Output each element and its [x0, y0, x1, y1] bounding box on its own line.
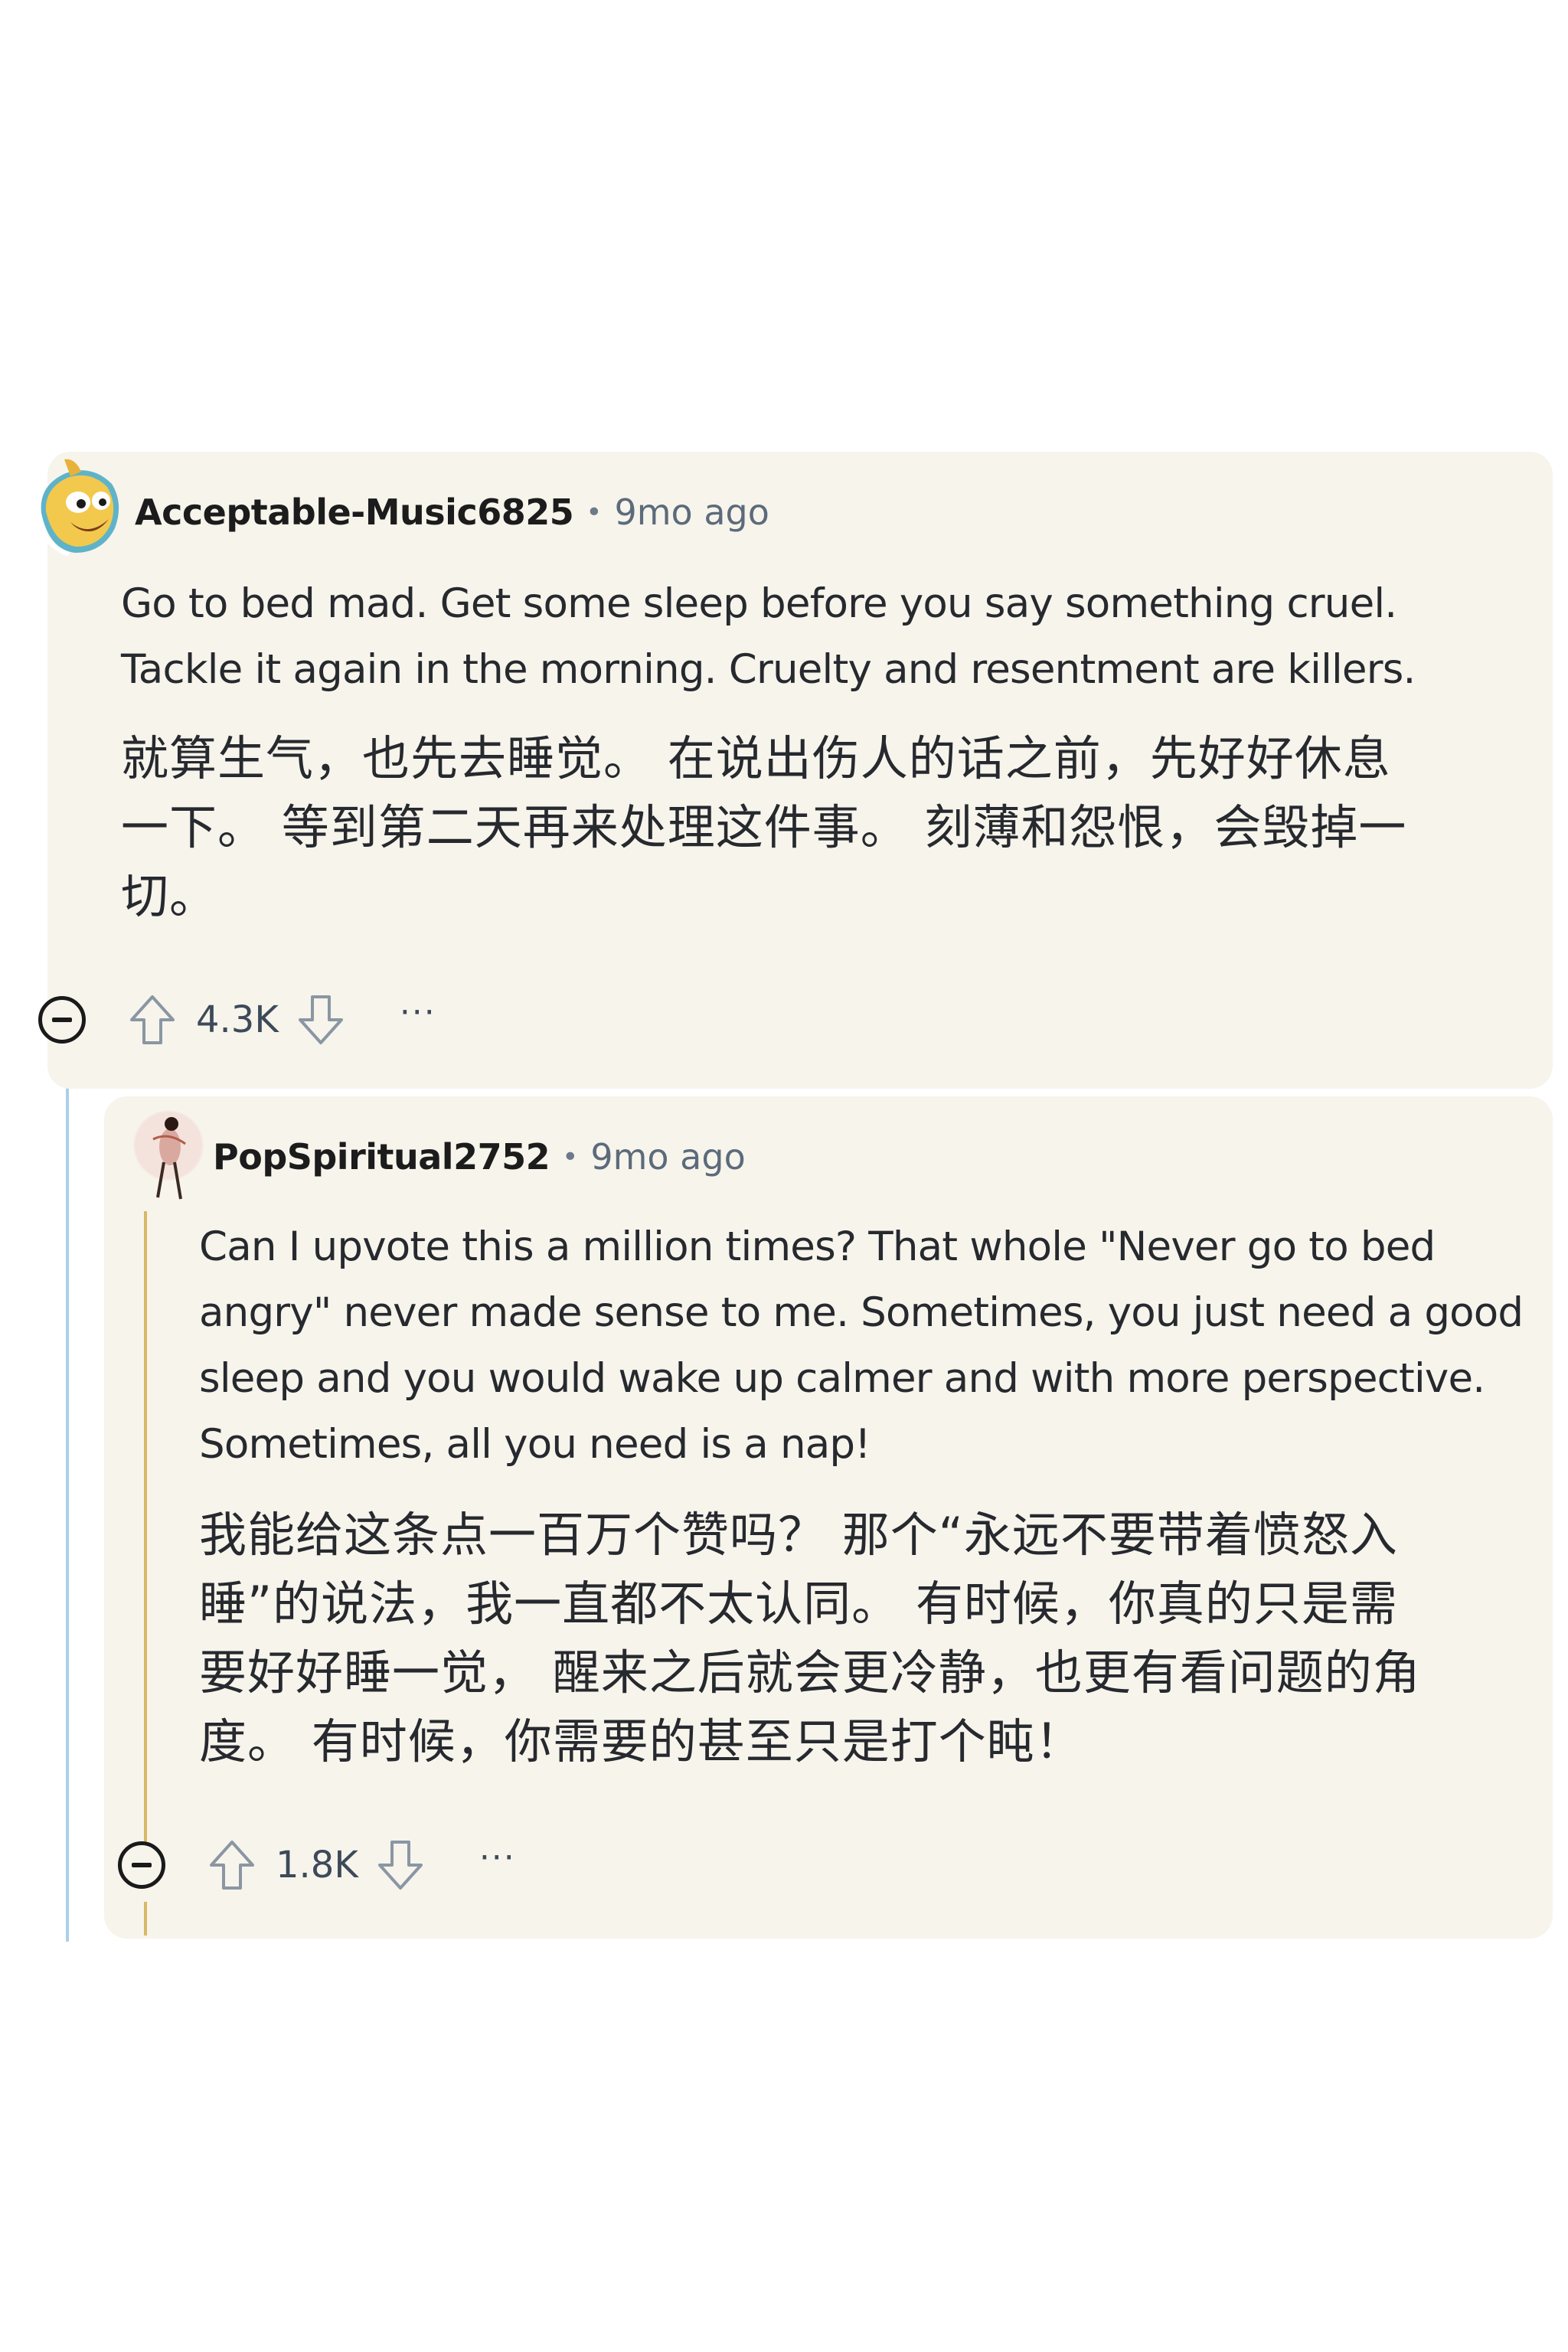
collapse-thread-icon[interactable] — [118, 1841, 165, 1889]
text-line: sleep and you would wake up calmer and w… — [199, 1355, 1485, 1402]
text-line: 切。 — [121, 868, 218, 924]
text-line: angry" never made sense to me. Sometimes… — [199, 1289, 1524, 1336]
comment-actions: 4.3K ··· — [38, 989, 436, 1050]
text-line: 度。 有时候，你需要的甚至只是打个盹！ — [199, 1713, 1083, 1769]
reply-text-en: Can I upvote this a million times? That … — [199, 1214, 1524, 1478]
collapse-thread-icon[interactable] — [38, 996, 86, 1044]
comment-text-zh: 就算生气，也先去睡觉。 在说出伤人的话之前，先好好休息 一下。 等到第二天再来处… — [121, 724, 1406, 931]
more-options-icon[interactable]: ··· — [479, 1838, 516, 1877]
text-line: 一下。 等到第二天再来处理这件事。 刻薄和怨恨，会毁掉一 — [121, 799, 1407, 855]
snoo-avatar-icon[interactable] — [35, 458, 126, 564]
reply-thread-line — [144, 1211, 147, 1885]
reply-text-zh: 我能给这条点一百万个赞吗？ 那个“永远不要带着愤怒入 睡”的说法，我一直都不太认… — [199, 1501, 1421, 1776]
username[interactable]: Acceptable-Music6825 — [135, 492, 574, 533]
vote-count: 1.8K — [276, 1844, 358, 1886]
comment-text-en: Go to bed mad. Get some sleep before you… — [121, 571, 1416, 703]
vote-count: 4.3K — [196, 998, 279, 1041]
text-line: 要好好睡一觉， 醒来之后就会更冷静，也更有看问题的角 — [199, 1645, 1421, 1700]
reply-header: PopSpiritual2752 • 9mo ago — [213, 1135, 746, 1179]
text-line: Can I upvote this a million times? That … — [199, 1223, 1436, 1270]
comment-header: Acceptable-Music6825 • 9mo ago — [135, 490, 769, 534]
upvote-icon[interactable] — [207, 1838, 257, 1893]
reply-thread-line — [144, 1902, 147, 1936]
reply-actions: 1.8K ··· — [118, 1834, 516, 1896]
upvote-icon[interactable] — [127, 992, 178, 1047]
timestamp[interactable]: 9mo ago — [590, 1136, 745, 1178]
separator-dot: • — [562, 1141, 579, 1173]
more-options-icon[interactable]: ··· — [400, 993, 436, 1032]
text-line: 就算生气，也先去睡觉。 在说出伤人的话之前，先好好休息 — [121, 730, 1391, 786]
downvote-icon[interactable] — [296, 992, 346, 1047]
downvote-icon[interactable] — [375, 1838, 426, 1893]
timestamp[interactable]: 9mo ago — [614, 492, 769, 533]
separator-dot: • — [586, 496, 603, 528]
text-line: Tackle it again in the morning. Cruelty … — [121, 646, 1416, 693]
username[interactable]: PopSpiritual2752 — [213, 1136, 550, 1178]
text-line: 睡”的说法，我一直都不太认同。 有时候，你真的只是需 — [199, 1576, 1398, 1632]
thread-line-parent[interactable] — [66, 1084, 69, 1942]
text-line: Sometimes, all you need is a nap! — [199, 1421, 871, 1468]
text-line: 我能给这条点一百万个赞吗？ 那个“永远不要带着愤怒入 — [199, 1507, 1398, 1563]
user-avatar-icon[interactable] — [130, 1109, 207, 1205]
text-line: Go to bed mad. Get some sleep before you… — [121, 580, 1397, 627]
